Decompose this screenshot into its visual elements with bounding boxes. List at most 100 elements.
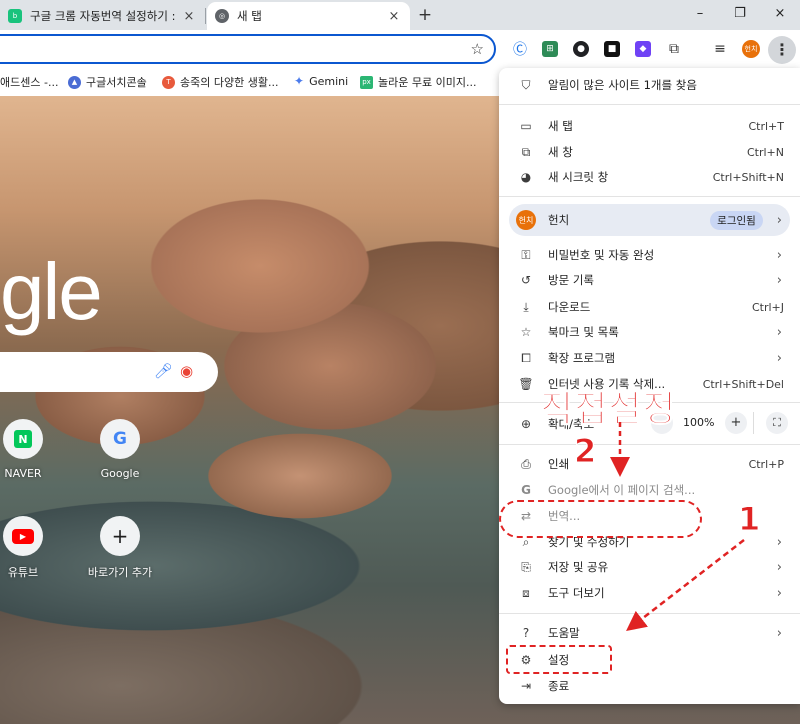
close-tab-icon[interactable]: × <box>386 9 402 24</box>
add-shortcut-icon: + <box>100 516 140 556</box>
chevron-right-icon: › <box>776 212 782 228</box>
bookmark-tistory[interactable]: T 송죽의 다양한 생활... <box>162 74 278 90</box>
puzzle-icon[interactable]: ⧉ <box>666 41 682 57</box>
media-icon[interactable]: ≡ <box>712 41 728 57</box>
menu-search-page[interactable]: G Google에서 이 페이지 검색... <box>499 478 800 502</box>
tab-divider <box>205 8 206 24</box>
zoom-level: 100% <box>683 416 715 429</box>
menu-more-tools[interactable]: ⧈ 도구 더보기 › <box>499 581 800 605</box>
fullscreen-icon[interactable]: ⛶ <box>766 412 788 434</box>
chrome-icon: ◎ <box>215 9 229 23</box>
shortcut-label: Google <box>100 467 140 480</box>
close-tab-icon[interactable]: × <box>181 9 197 24</box>
bookmark-label: 송죽의 다양한 생활... <box>180 76 279 89</box>
chevron-right-icon: › <box>776 350 782 366</box>
menu-divider <box>499 613 800 614</box>
tab-strip: b 구글 크롬 자동번역 설정하기 : × ◎ 새 탭 × + – ❐ × <box>0 0 800 30</box>
history-icon: ↺ <box>520 273 532 287</box>
bookmark-search-console[interactable]: ▲ 구글서치콘솔 <box>68 74 147 90</box>
menu-passwords[interactable]: ⚿ 비밀번호 및 자동 완성 › <box>499 243 800 267</box>
tab-new-tab[interactable]: ◎ 새 탭 × <box>207 2 410 30</box>
chevron-right-icon: › <box>776 534 782 550</box>
menu-bookmarks[interactable]: ☆ 북마크 및 목록 › <box>499 320 800 344</box>
google-lens-icon[interactable]: ◉ <box>180 362 193 380</box>
menu-new-tab[interactable]: ▭ 새 탭 Ctrl+T <box>499 114 800 138</box>
annotation-step-2: 2 <box>573 432 597 471</box>
menu-exit[interactable]: ⇥ 종료 <box>499 674 800 698</box>
tab-title: 구글 크롬 자동번역 설정하기 : <box>30 9 176 23</box>
bookmark-gemini[interactable]: ✦ Gemini <box>294 74 348 88</box>
menu-incognito[interactable]: ◕ 새 시크릿 창 Ctrl+Shift+N <box>499 165 800 189</box>
profile-avatar[interactable]: 헌치 <box>742 40 760 58</box>
google-search-box[interactable]: 🎤︎ ◉ <box>0 352 218 392</box>
menu-extensions[interactable]: ⧠ 확장 프로그램 › <box>499 346 800 370</box>
purple-extension-icon[interactable]: ◆ <box>635 41 651 57</box>
shortcut-label: 바로가기 추가 <box>87 566 153 579</box>
chevron-right-icon: › <box>776 272 782 288</box>
bookmark-label: 애드센스 -... <box>0 76 59 89</box>
bookmark-px[interactable]: px 놀라운 무료 이미지... <box>360 74 476 90</box>
menu-notification[interactable]: ⛉ 알림이 많은 사이트 1개를 찾음 <box>499 73 800 97</box>
translate-extension-icon[interactable]: ⊞ <box>542 41 558 57</box>
shortcut-add[interactable]: + 바로가기 추가 <box>75 516 165 580</box>
minimize-button[interactable]: – <box>680 0 720 28</box>
menu-save-share[interactable]: ⎘ 저장 및 공유 › <box>499 555 800 579</box>
tistory-icon: T <box>162 75 175 89</box>
tab-title: 새 탭 <box>237 9 262 23</box>
address-bar[interactable]: ☆ <box>0 34 496 64</box>
menu-downloads[interactable]: ⤓ 다운로드 Ctrl+J <box>499 295 800 319</box>
avatar: 헌치 <box>516 210 536 230</box>
close-window-button[interactable]: × <box>760 0 800 28</box>
bookmark-label: Gemini <box>309 74 349 88</box>
google-g-icon: G <box>521 483 531 497</box>
settings-highlight-box <box>506 645 612 674</box>
new-tab-icon: ▭ <box>520 119 532 133</box>
zoom-icon: ⊕ <box>520 417 532 431</box>
bookmark-adsense[interactable]: 애드센스 -... <box>0 74 58 90</box>
menu-help[interactable]: ? 도움말 › <box>499 621 800 645</box>
bookmark-star-icon[interactable]: ☆ <box>471 40 484 58</box>
menu-print[interactable]: ⎙ 인쇄 Ctrl+P <box>499 452 800 476</box>
menu-divider <box>499 444 800 445</box>
square-extension-icon[interactable]: ■ <box>604 41 620 57</box>
microphone-icon[interactable]: 🎤︎ <box>154 362 173 380</box>
shortcut-youtube[interactable]: ▶ 유튜브 <box>0 516 68 580</box>
shortcut-google[interactable]: G Google <box>75 419 165 480</box>
annotation-title: 직접설정 <box>539 389 677 431</box>
menu-history[interactable]: ↺ 방문 기록 › <box>499 268 800 292</box>
tab-blog[interactable]: b 구글 크롬 자동번역 설정하기 : × <box>0 2 205 30</box>
menu-divider <box>499 104 800 105</box>
maximize-button[interactable]: ❐ <box>720 0 760 28</box>
youtube-icon: ▶ <box>3 516 43 556</box>
chevron-right-icon: › <box>776 324 782 340</box>
bookmark-label: 놀라운 무료 이미지... <box>378 76 477 89</box>
profile-name: 헌치 <box>548 213 570 227</box>
shortcut-label: 유튜브 <box>7 566 39 579</box>
shortcut-naver[interactable]: N NAVER <box>0 419 68 480</box>
menu-profile[interactable]: 헌치 헌치 로그인됨 › <box>509 204 790 236</box>
download-icon: ⤓ <box>523 299 529 314</box>
trash-icon: 🗑︎ <box>518 377 534 391</box>
menu-new-window[interactable]: ⧉ 새 창 Ctrl+N <box>499 140 800 164</box>
new-window-icon: ⧉ <box>521 144 531 159</box>
chevron-right-icon: › <box>776 247 782 263</box>
status-badge: 로그인됨 <box>710 210 763 230</box>
exit-icon: ⇥ <box>520 679 532 693</box>
shield-icon: ⛉ <box>521 77 531 92</box>
zoom-in-button[interactable]: + <box>725 412 747 434</box>
translate-highlight-box <box>499 500 702 538</box>
zoom-divider <box>753 412 754 434</box>
new-tab-button[interactable]: + <box>414 4 436 26</box>
menu-divider <box>499 196 800 197</box>
chrome-menu-button[interactable]: ⋮ <box>768 36 796 64</box>
key-icon: ⚿ <box>521 247 531 262</box>
incognito-icon: ◕ <box>520 170 532 184</box>
blog-icon: b <box>8 9 22 23</box>
c-extension-icon[interactable]: Ⓒ <box>512 41 528 58</box>
google-logo: gle <box>0 247 103 336</box>
annotation-step-1: 1 <box>737 500 761 539</box>
toolbox-icon: ⧈ <box>522 585 530 600</box>
globe-extension-icon[interactable]: ● <box>573 41 589 57</box>
google-icon: G <box>100 419 140 459</box>
shortcut-label: NAVER <box>4 467 42 480</box>
